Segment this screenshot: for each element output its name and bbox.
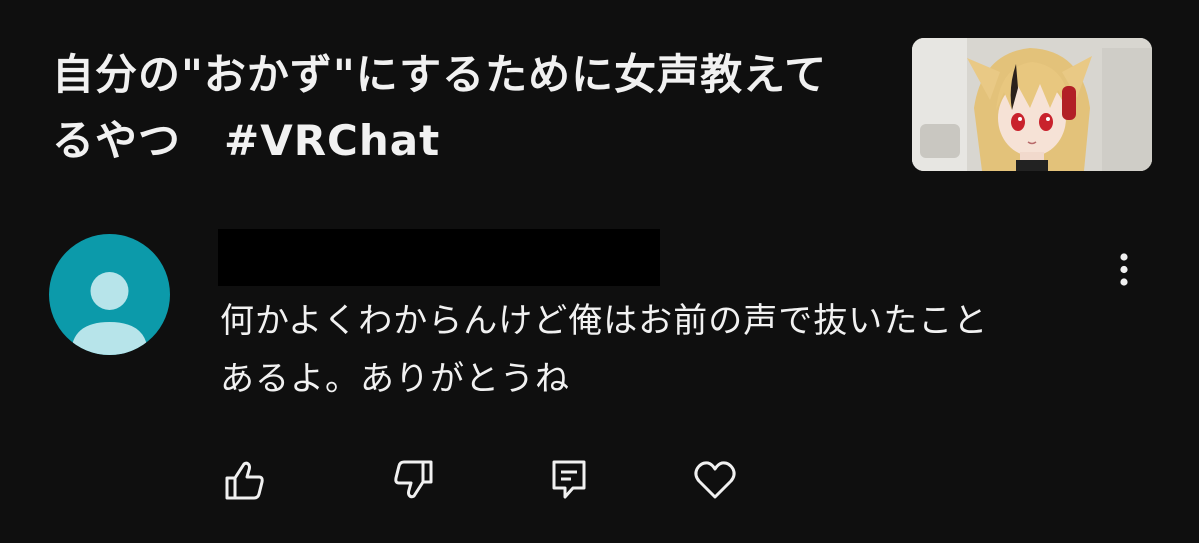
default-user-avatar-icon [71, 272, 148, 355]
commenter-avatar[interactable] [49, 234, 170, 355]
comment-reply-icon [552, 460, 586, 499]
comment-text-line-2: あるよ。ありがとうね [220, 359, 570, 399]
comment-text: 何かよくわからんけど俺はお前の声で抜いたこと あるよ。ありがとうね [220, 292, 1120, 408]
like-button[interactable] [221, 456, 269, 504]
comment: 何かよくわからんけど俺はお前の声で抜いたこと あるよ。ありがとうね [0, 222, 1199, 543]
heart-icon [694, 461, 736, 499]
reply-button[interactable] [545, 456, 593, 504]
more-options-button[interactable] [1106, 248, 1142, 292]
more-vertical-icon [1120, 253, 1128, 286]
thumbs-down-icon [394, 460, 433, 499]
comment-text-line-1: 何かよくわからんけど俺はお前の声で抜いたこと [220, 301, 989, 341]
dislike-button[interactable] [389, 456, 437, 504]
video-title-line-2: るやつ #VRChat [52, 116, 441, 165]
comment-author-redacted [218, 229, 660, 286]
anime-avatar-thumbnail-image [912, 38, 1152, 171]
video-title[interactable]: 自分の"おかず"にするために女声教えて るやつ #VRChat [52, 42, 882, 174]
video-thumbnail[interactable] [912, 38, 1152, 171]
heart-button[interactable] [691, 456, 739, 504]
thumbs-up-icon [225, 461, 264, 500]
video-title-line-1: 自分の"おかず"にするために女声教えて [52, 50, 828, 99]
